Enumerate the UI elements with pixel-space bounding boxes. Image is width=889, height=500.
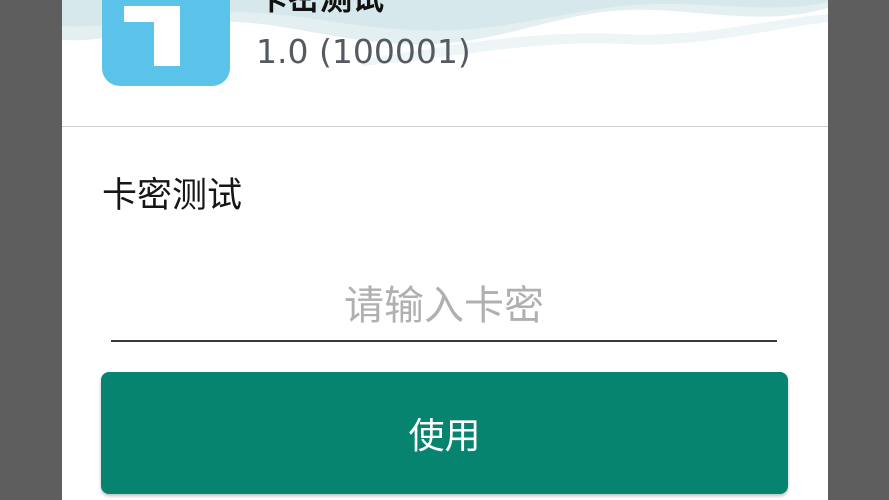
card-key-input[interactable] bbox=[111, 272, 777, 342]
use-button[interactable]: 使用 bbox=[101, 372, 788, 494]
card-key-input-container bbox=[111, 272, 777, 344]
card-key-dialog: 卡密测试 1.0 (100001) 卡密测试 使用 bbox=[62, 0, 828, 500]
section-label: 卡密测试 bbox=[102, 176, 243, 216]
app-logo-icon bbox=[102, 0, 230, 86]
app-name: 卡密测试 bbox=[256, 0, 384, 18]
header-divider bbox=[62, 126, 828, 127]
dialog-header: 卡密测试 1.0 (100001) bbox=[62, 0, 828, 126]
app-version: 1.0 (100001) bbox=[256, 32, 471, 71]
